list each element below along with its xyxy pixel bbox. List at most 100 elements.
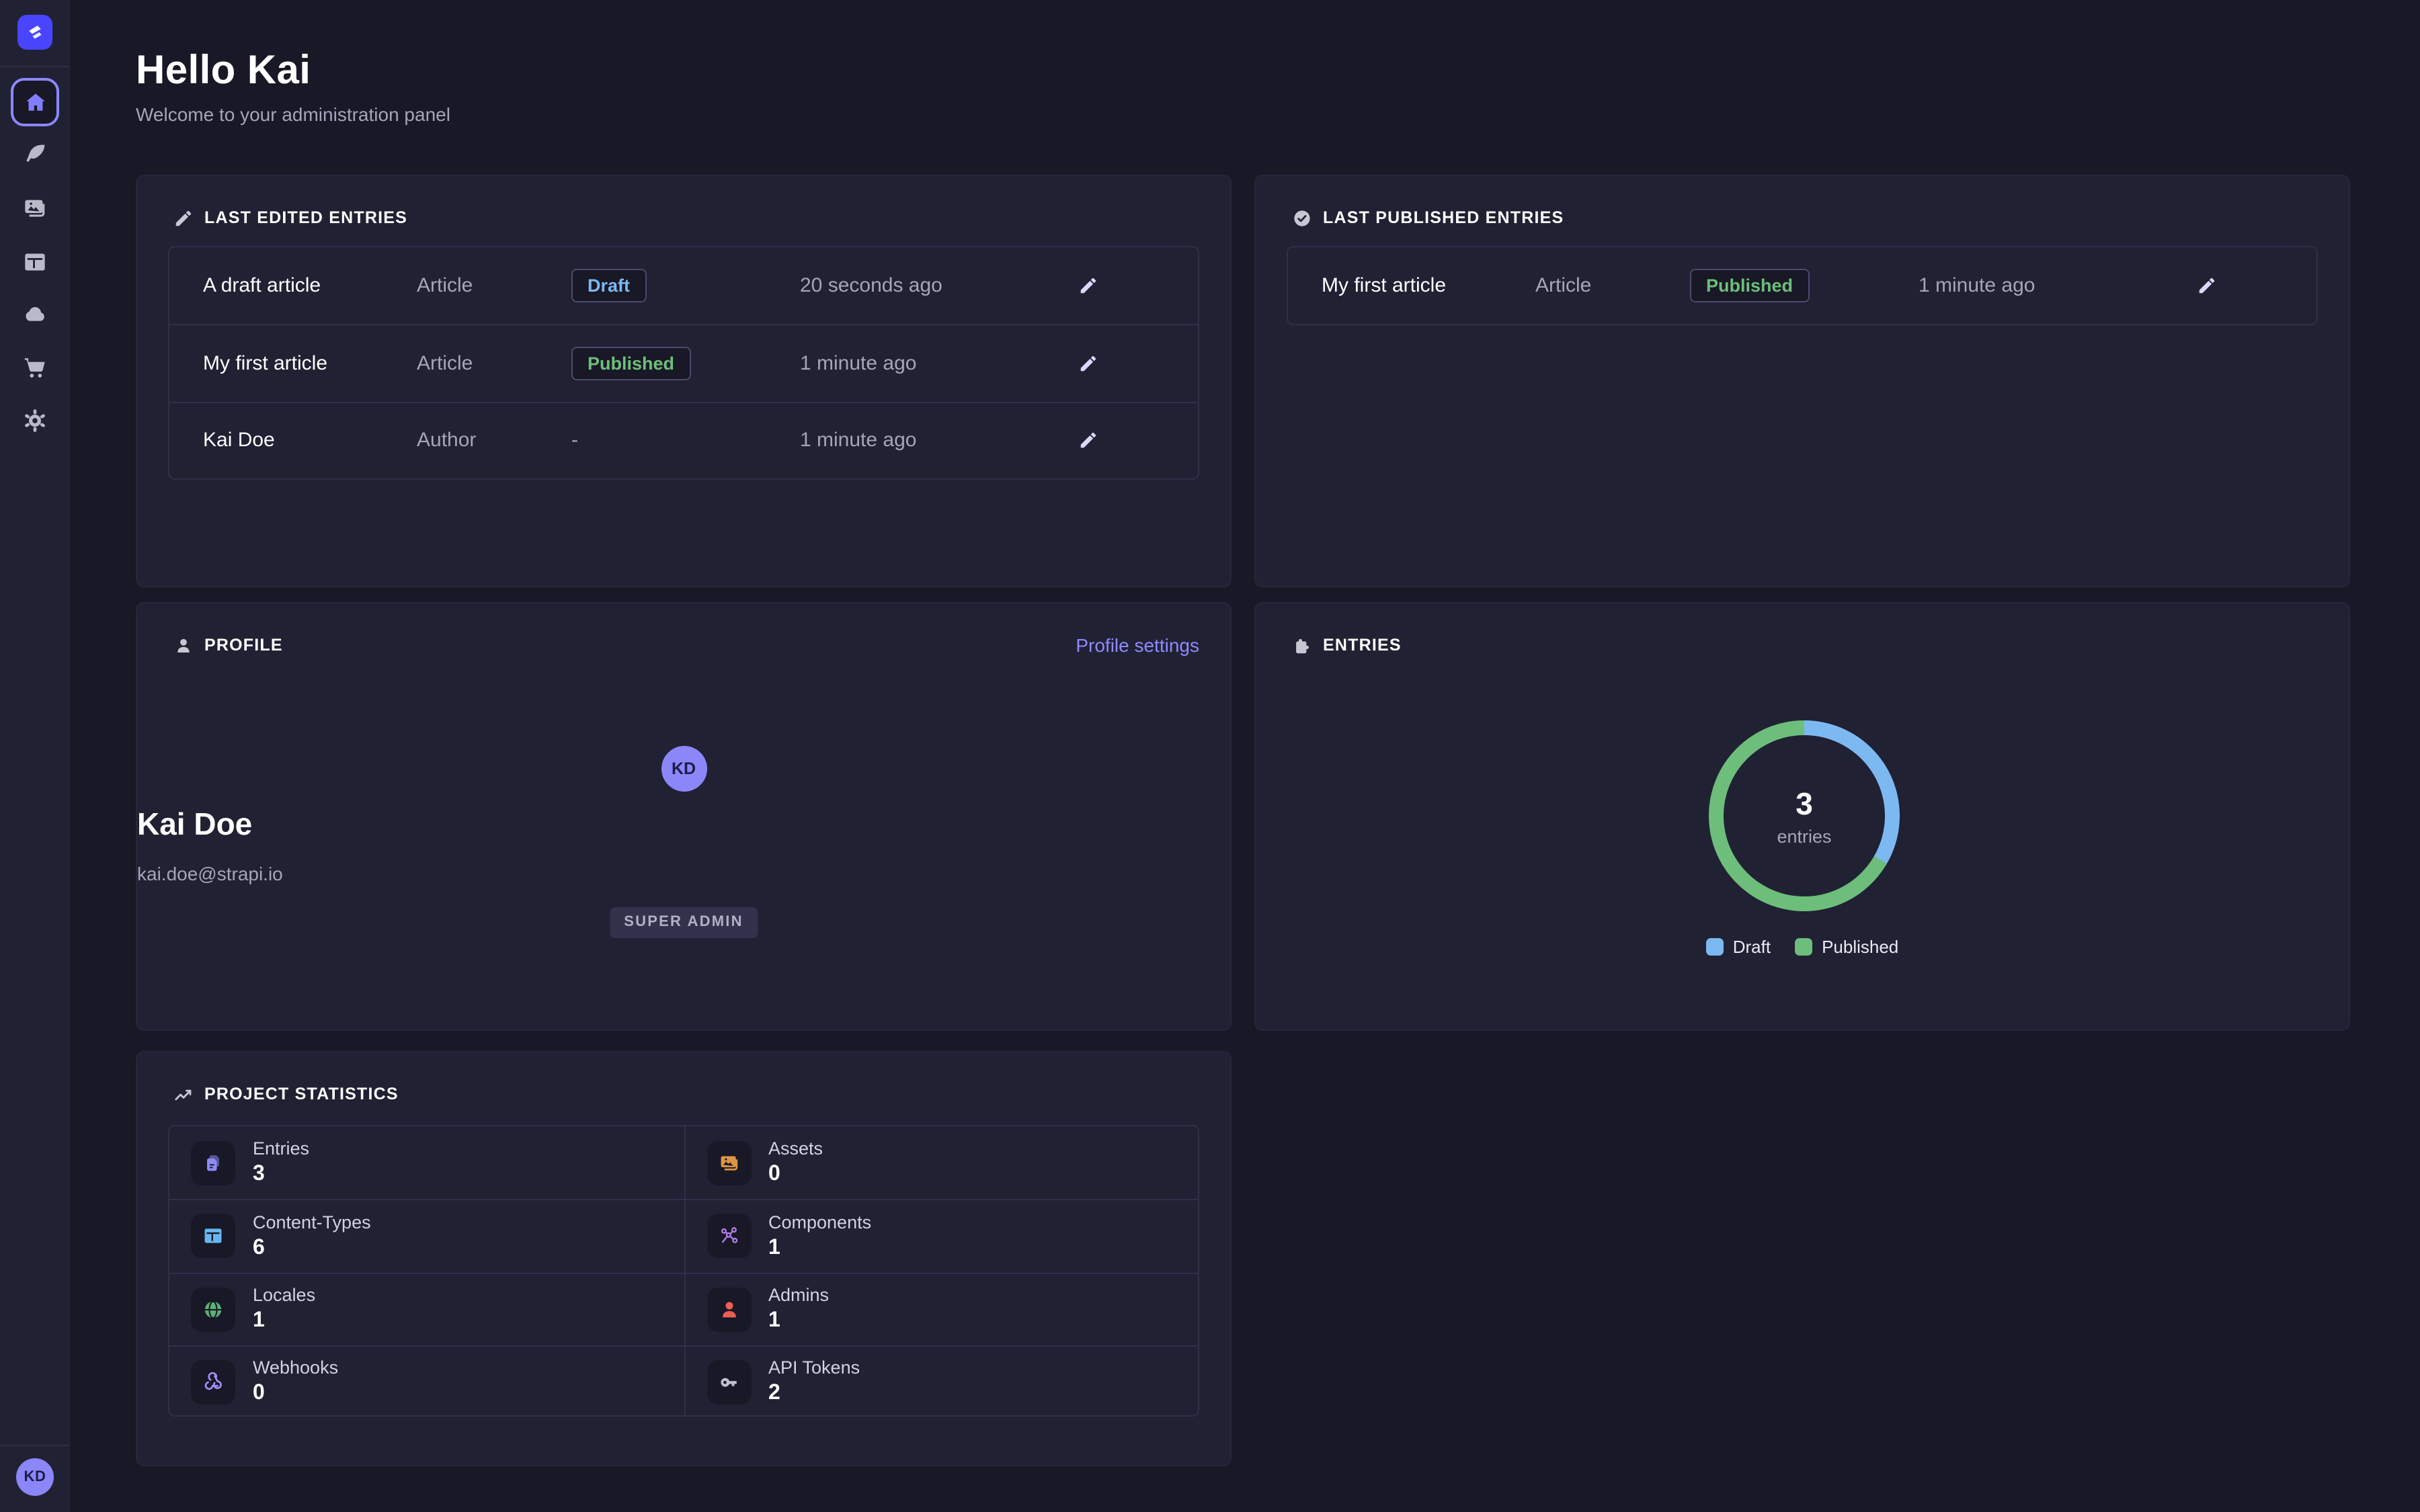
dashboard-page: KD Hello Kai Welcome to your administrat…: [0, 0, 2420, 1512]
stat-label: Components: [768, 1212, 871, 1232]
card-title: PROJECT STATISTICS: [204, 1085, 399, 1103]
profile-email: kai.doe@strapi.io: [137, 863, 1230, 884]
webhook-icon: [191, 1360, 235, 1404]
stat-label: Assets: [768, 1138, 823, 1159]
stat-components: Components 1: [684, 1200, 1198, 1273]
entry-type: Article: [1535, 274, 1690, 297]
documents-icon: [191, 1140, 235, 1185]
status-badge: Published: [1690, 269, 1809, 303]
card-title: LAST PUBLISHED ENTRIES: [1323, 208, 1564, 227]
stat-content-types: Content-Types 6: [169, 1200, 684, 1273]
last-edited-table: A draft article Article Draft 20 seconds…: [168, 246, 1199, 480]
strapi-logo-icon: [23, 20, 47, 44]
sidebar: KD: [0, 0, 70, 1512]
layout-icon: [22, 249, 48, 276]
stat-value: 3: [253, 1163, 309, 1187]
trending-up-icon: [173, 1084, 194, 1104]
card-header: LAST PUBLISHED ENTRIES: [1256, 176, 2349, 230]
donut-total-label: entries: [1777, 826, 1831, 846]
entry-name: Kai Doe: [169, 429, 417, 452]
stat-assets: Assets0: [684, 1126, 1198, 1200]
sidebar-item-media-library[interactable]: [22, 195, 48, 222]
entry-time: 1 minute ago: [1919, 274, 2187, 297]
sidebar-item-content-manager[interactable]: [22, 141, 48, 168]
role-badge: SUPER ADMIN: [609, 907, 758, 938]
stat-label: Webhooks: [253, 1358, 338, 1378]
edit-entry-button[interactable]: [1069, 421, 1106, 459]
table-row[interactable]: My first article Article Published 1 min…: [169, 325, 1198, 402]
legend-published-label: Published: [1822, 937, 1898, 957]
table-row[interactable]: Kai Doe Author - 1 minute ago: [169, 401, 1198, 478]
person-icon: [173, 635, 194, 655]
legend-draft-swatch: [1706, 938, 1724, 956]
stat-label: Locales: [253, 1285, 315, 1305]
status-badge: Draft: [571, 269, 646, 303]
strapi-logo[interactable]: [17, 15, 52, 50]
entry-name: My first article: [169, 352, 417, 375]
card-header: ENTRIES: [1256, 603, 2349, 657]
sidebar-item-home[interactable]: [11, 78, 59, 126]
edit-entry-button[interactable]: [2187, 267, 2225, 304]
stat-value: 1: [768, 1309, 829, 1333]
cart-icon: [22, 355, 48, 382]
page-title: Hello Kai: [136, 48, 450, 94]
stat-value: 0: [253, 1382, 338, 1406]
donut-center: 3 entries: [1709, 720, 1900, 911]
last-published-table: My first article Article Published 1 min…: [1287, 246, 2318, 326]
cloud-icon: [22, 301, 48, 328]
entry-time: 1 minute ago: [800, 429, 1069, 452]
images-icon: [707, 1140, 751, 1185]
puzzle-icon: [1292, 635, 1312, 655]
globe-icon: [191, 1287, 235, 1331]
status-empty: -: [571, 429, 800, 452]
card-header: PROFILE Profile settings: [137, 603, 1230, 657]
user-avatar[interactable]: KD: [16, 1458, 54, 1496]
stat-label: Content-Types: [253, 1212, 371, 1232]
feather-icon: [22, 141, 48, 168]
stat-admins: Admins 1: [684, 1272, 1198, 1345]
edit-pencil-icon: [1078, 276, 1098, 296]
check-circle-icon: [1292, 208, 1312, 228]
card-header: LAST EDITED ENTRIES: [137, 176, 1230, 230]
home-icon: [22, 89, 48, 115]
edit-entry-button[interactable]: [1069, 345, 1106, 382]
stat-locales: Locales 1: [169, 1272, 684, 1345]
stat-label: Entries: [253, 1138, 309, 1159]
person-icon: [707, 1287, 751, 1331]
stat-entries: Entries 3: [169, 1126, 684, 1200]
entry-time: 20 seconds ago: [800, 274, 1069, 297]
molecule-icon: [707, 1214, 751, 1259]
donut-total: 3: [1796, 786, 1813, 822]
card-title: PROFILE: [204, 636, 283, 655]
entry-type: Author: [417, 429, 571, 452]
pencil-icon: [173, 208, 194, 228]
key-icon: [707, 1360, 751, 1404]
stat-label: Admins: [768, 1285, 829, 1305]
sidebar-item-deploy[interactable]: [22, 301, 48, 328]
stat-value: 1: [768, 1236, 871, 1261]
edit-pencil-icon: [2196, 276, 2216, 296]
table-row[interactable]: My first article Article Published 1 min…: [1288, 247, 2316, 325]
entry-name: My first article: [1288, 274, 1535, 297]
page-header: Hello Kai Welcome to your administration…: [136, 48, 450, 125]
stat-label: API Tokens: [768, 1358, 860, 1378]
stat-value: 1: [253, 1309, 315, 1333]
profile-settings-link[interactable]: Profile settings: [1076, 634, 1199, 656]
sidebar-item-marketplace[interactable]: [22, 355, 48, 382]
table-row[interactable]: A draft article Article Draft 20 seconds…: [169, 247, 1198, 325]
stat-api-tokens: API Tokens 2: [684, 1345, 1198, 1417]
stat-value: 6: [253, 1236, 371, 1261]
sidebar-item-content-type-builder[interactable]: [22, 249, 48, 276]
profile-name: Kai Doe: [137, 806, 1230, 843]
legend-item-draft: Draft: [1706, 937, 1771, 957]
card-header: PROJECT STATISTICS: [137, 1052, 1230, 1106]
profile-card: PROFILE Profile settings KD Kai Doe kai.…: [136, 602, 1232, 1031]
gear-icon: [22, 407, 48, 434]
profile-avatar: KD: [661, 746, 707, 792]
images-icon: [22, 195, 48, 222]
stat-value: 2: [768, 1382, 860, 1406]
edit-entry-button[interactable]: [1069, 267, 1106, 304]
entry-name: A draft article: [169, 274, 417, 297]
legend-published-swatch: [1795, 938, 1812, 956]
sidebar-item-settings[interactable]: [22, 407, 48, 434]
